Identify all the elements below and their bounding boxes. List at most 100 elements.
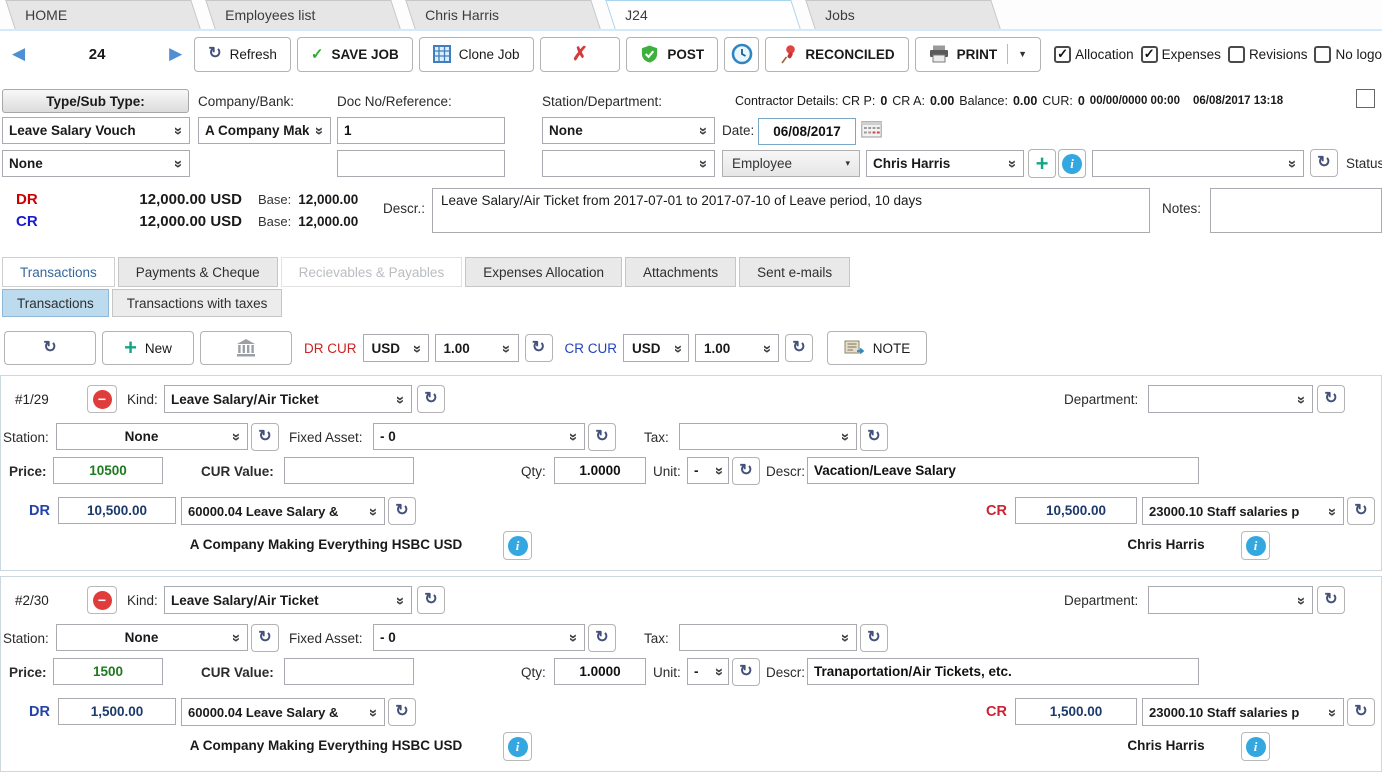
chevron-down-icon[interactable]: » [835,625,856,650]
chevron-down-icon[interactable]: » [168,151,189,176]
party-info-button[interactable]: i [1058,149,1086,178]
station-select[interactable]: None » [56,624,248,651]
tab-employees-list[interactable]: Employees list [205,0,400,29]
chevron-down-icon[interactable]: » [669,335,688,361]
checkbox-icon[interactable] [1314,46,1331,63]
kind-refresh-button[interactable]: ↻ [417,586,445,614]
party-type-select[interactable]: Employee ▾ [722,150,860,177]
tab-sent-emails[interactable]: Sent e-mails [739,257,850,287]
chevron-down-icon[interactable]: » [835,424,856,449]
qty-input[interactable] [554,457,646,484]
tab-jobs[interactable]: Jobs [805,0,1000,29]
checkbox-icon[interactable] [1228,46,1245,63]
new-transaction-button[interactable]: + New [102,331,194,365]
print-dropdown-icon[interactable]: ▼ [1018,49,1027,59]
cr-party-info-button[interactable]: i [1241,732,1270,761]
unit-refresh-button[interactable]: ↻ [732,457,760,485]
calendar-icon[interactable] [861,120,882,138]
checkbox-icon[interactable]: ✓ [1054,46,1071,63]
tab-j24[interactable]: J24 [605,0,800,29]
cur-value-input[interactable] [284,457,414,484]
refresh-button[interactable]: ↻ Refresh [194,37,291,72]
status-select[interactable]: » [1092,150,1304,177]
tab-transactions[interactable]: Transactions [2,257,115,287]
chevron-down-icon[interactable]: » [693,118,714,143]
date-input[interactable] [758,118,856,145]
station-refresh-button[interactable]: ↻ [251,423,279,451]
tax-refresh-button[interactable]: ↻ [860,423,888,451]
tab-receivables-payables[interactable]: Recievables & Payables [281,257,463,287]
chevron-down-icon[interactable]: » [693,151,714,176]
station-select[interactable]: None » [542,117,715,144]
note-button[interactable]: NOTE [827,331,927,365]
dr-amount-input[interactable] [58,698,176,725]
chevron-down-icon[interactable]: » [563,424,584,449]
chevron-down-icon[interactable]: » [168,118,189,143]
unit-refresh-button[interactable]: ↻ [732,658,760,686]
dr-currency-select[interactable]: USD » [363,334,429,362]
dr-amount-input[interactable] [58,497,176,524]
cr-amount-input[interactable] [1015,497,1137,524]
tax-refresh-button[interactable]: ↻ [860,624,888,652]
chevron-down-icon[interactable]: » [390,386,411,412]
cr-account-select[interactable]: 23000.10 Staff salaries p » [1142,698,1344,726]
tax-select[interactable]: » [679,423,857,450]
dr-rate-select[interactable]: 1.00 » [435,334,519,362]
checkbox-no-logo[interactable]: No logo [1314,46,1382,63]
chevron-down-icon[interactable]: » [408,335,427,361]
chevron-down-icon[interactable]: » [1002,151,1023,176]
checkbox-allocation[interactable]: ✓ Allocation [1054,46,1134,63]
tab-attachments[interactable]: Attachments [625,257,736,287]
status-refresh-button[interactable]: ↻ [1310,149,1338,177]
subtab-transactions[interactable]: Transactions [2,289,109,317]
checkbox-expenses[interactable]: ✓ Expenses [1141,46,1221,63]
dr-account-select[interactable]: 60000.04 Leave Salary & » [181,698,385,726]
add-party-button[interactable]: + [1028,149,1056,178]
department-refresh-button[interactable]: ↻ [1317,385,1345,413]
fixed-asset-refresh-button[interactable]: ↻ [588,423,616,451]
kind-select[interactable]: Leave Salary/Air Ticket » [164,586,412,614]
bank-button[interactable] [200,331,292,365]
chevron-down-icon[interactable]: » [390,587,411,613]
type-subtype-button[interactable]: Type/Sub Type: [2,89,189,113]
dr-party-info-button[interactable]: i [503,732,532,761]
cr-cur-refresh-button[interactable]: ↻ [785,334,813,362]
cr-party-info-button[interactable]: i [1241,531,1270,560]
type-select[interactable]: Leave Salary Vouch » [2,117,190,144]
station-select[interactable]: None » [56,423,248,450]
description-input[interactable]: Leave Salary/Air Ticket from 2017-07-01 … [432,188,1150,233]
reconciled-button[interactable]: RECONCILED [765,37,908,72]
company-select[interactable]: A Company Making » [198,117,331,144]
descr-input[interactable] [807,457,1199,484]
tab-payments-cheque[interactable]: Payments & Cheque [118,257,278,287]
chevron-down-icon[interactable]: » [226,625,247,650]
qty-input[interactable] [554,658,646,685]
chevron-down-icon[interactable]: » [757,335,778,361]
chevron-down-icon[interactable]: » [1282,151,1303,176]
party-name-select[interactable]: Chris Harris » [866,150,1024,177]
tab-chris-harris[interactable]: Chris Harris [405,0,600,29]
fixed-asset-select[interactable]: - 0 » [373,624,585,651]
header-checkbox[interactable] [1356,89,1375,108]
kind-refresh-button[interactable]: ↻ [417,385,445,413]
cr-account-refresh-button[interactable]: ↻ [1347,497,1375,525]
department-select[interactable]: » [1148,586,1313,614]
chevron-down-icon[interactable]: » [363,498,384,524]
descr-input[interactable] [807,658,1199,685]
chevron-down-icon[interactable]: » [497,335,518,361]
unit-select[interactable]: - » [687,457,729,484]
tax-select[interactable]: » [679,624,857,651]
clone-job-button[interactable]: Clone Job [419,37,534,72]
station-refresh-button[interactable]: ↻ [251,624,279,652]
chevron-down-icon[interactable]: » [563,625,584,650]
dr-account-refresh-button[interactable]: ↻ [388,497,416,525]
cr-amount-input[interactable] [1015,698,1137,725]
notes-input[interactable] [1210,188,1382,233]
schedule-button[interactable] [724,37,759,72]
chevron-down-icon[interactable]: » [363,699,384,725]
print-button[interactable]: PRINT ▼ [915,37,1041,72]
checkbox-revisions[interactable]: Revisions [1228,46,1308,63]
department-select[interactable]: » [542,150,715,177]
subtype-select[interactable]: None » [2,150,190,177]
chevron-down-icon[interactable]: » [226,424,247,449]
